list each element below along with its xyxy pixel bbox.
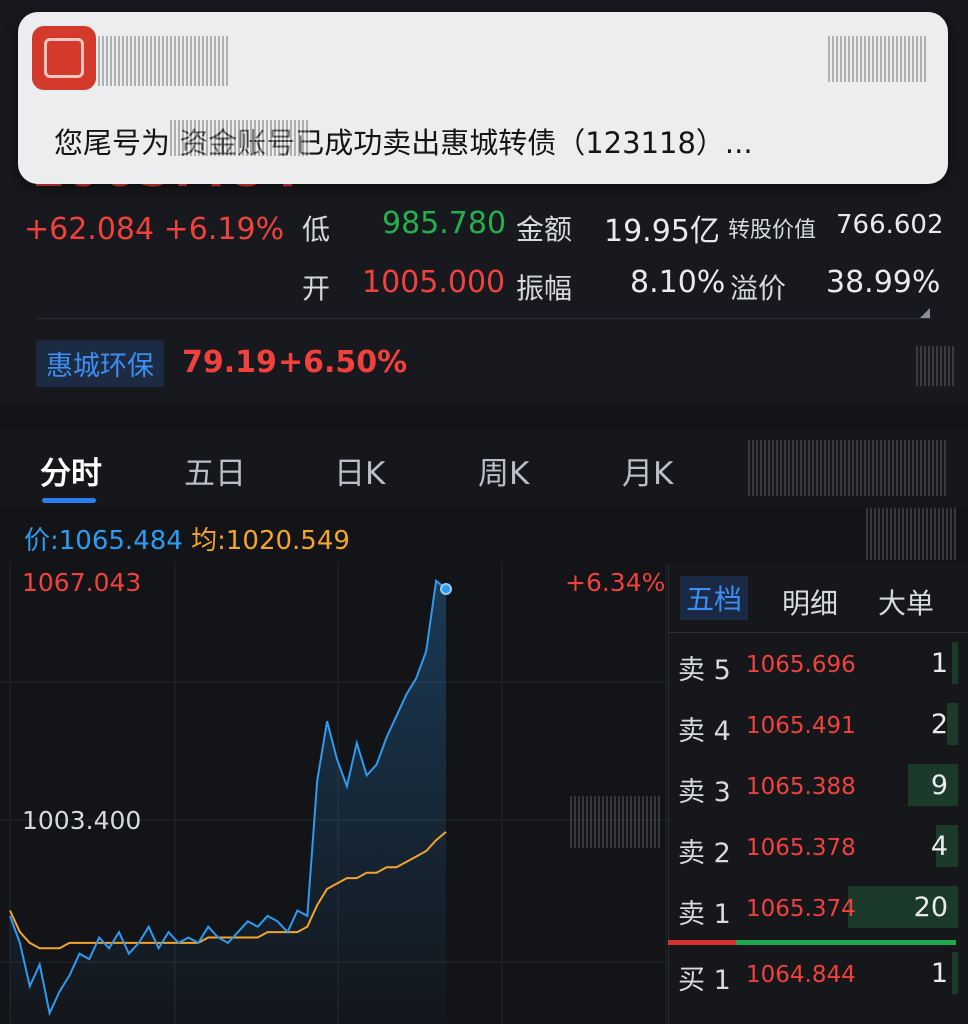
premium-label: 溢价 <box>730 272 787 305</box>
order-book-level-label: 买 1 <box>678 965 731 996</box>
tab-details[interactable]: 明细 <box>782 582 838 622</box>
order-book-level-label: 卖 4 <box>678 716 731 747</box>
divider <box>36 318 932 319</box>
tab-five-day[interactable]: 五日 <box>184 448 246 493</box>
underlying-stock-name[interactable]: 惠城环保 <box>36 340 164 387</box>
price-change: +62.084 +6.19% <box>24 212 284 247</box>
intraday-chart[interactable] <box>0 562 668 1024</box>
amplitude-label: 振幅 <box>516 272 573 305</box>
order-book-price: 1065.491 <box>746 713 856 739</box>
order-book-volume: 20 <box>913 892 948 923</box>
watermark-pattern <box>748 440 948 496</box>
watermark-pattern <box>570 796 662 848</box>
tab-large-orders[interactable]: 大单 <box>878 582 934 622</box>
amount-value: 19.95亿 <box>604 214 720 249</box>
volume-bar <box>952 952 958 994</box>
app-logo-icon <box>32 26 96 90</box>
redacted-time <box>828 36 928 82</box>
conversion-value-label: 转股价值 <box>728 218 817 243</box>
order-book-level-label: 卖 5 <box>678 655 731 686</box>
tab-five-levels[interactable]: 五档 <box>680 576 749 620</box>
notification-message: 您尾号为 资金账号已成功卖出惠城转债（123118）... <box>54 126 753 160</box>
conversion-value: 766.602 <box>836 210 944 240</box>
avg-value: 1020.549 <box>225 526 350 556</box>
watermark-pattern <box>916 346 956 386</box>
order-book-volume: 9 <box>930 770 948 801</box>
notification-banner[interactable]: 您尾号为 资金账号已成功卖出惠城转债（123118）... <box>18 12 948 184</box>
tab-daily-k[interactable]: 日K <box>334 448 385 493</box>
order-book-price: 1064.844 <box>746 962 856 988</box>
order-book-price: 1065.374 <box>746 896 856 922</box>
amount-label: 金额 <box>516 213 573 246</box>
volume-bar <box>952 642 958 684</box>
redacted-title <box>98 36 228 86</box>
order-book-price: 1065.378 <box>746 835 856 861</box>
order-book-level-label: 卖 2 <box>678 838 731 869</box>
watermark-pattern <box>866 508 958 560</box>
change-amount: +62.084 <box>24 212 155 247</box>
open-label: 开 <box>302 272 331 305</box>
active-tab-indicator <box>42 498 96 503</box>
chart-pct-label: +6.34% <box>565 568 666 597</box>
chart-price-readout: 价:1065.484 均:1020.549 <box>24 520 350 557</box>
underlying-stock-change: +6.50% <box>278 345 408 380</box>
amplitude-value: 8.10% <box>630 265 726 300</box>
redacted-account <box>170 120 310 156</box>
premium-value: 38.99% <box>826 265 941 300</box>
expand-corner-icon[interactable] <box>920 308 930 318</box>
tab-weekly-k[interactable]: 周K <box>478 448 529 493</box>
tab-monthly-k[interactable]: 月K <box>622 448 673 493</box>
last-price-dot <box>440 583 452 596</box>
spread-bar-green <box>736 940 956 945</box>
avg-label: 均: <box>191 526 226 556</box>
underlying-stock-price: 79.19 <box>182 345 277 380</box>
open-value: 1005.000 <box>362 265 506 300</box>
chart-high-label: 1067.043 <box>22 568 142 597</box>
tab-intraday[interactable]: 分时 <box>40 448 102 493</box>
chart-base-label: 1003.400 <box>22 806 142 835</box>
divider <box>668 632 968 633</box>
volume-bar <box>947 703 958 745</box>
change-percent: +6.19% <box>163 212 285 247</box>
price-area <box>10 580 446 1024</box>
order-book-volume: 2 <box>930 709 948 740</box>
price-label: 价: <box>24 526 59 556</box>
spread-bar-red <box>668 940 736 945</box>
logo-frame <box>44 38 84 78</box>
price-value: 1065.484 <box>58 526 183 556</box>
order-book-volume: 1 <box>930 648 948 679</box>
low-label: 低 <box>302 213 331 246</box>
low-value: 985.780 <box>382 206 507 241</box>
order-book-level-label: 卖 3 <box>678 777 731 808</box>
order-book-price: 1065.388 <box>746 774 856 800</box>
order-book-level-label: 卖 1 <box>678 899 731 930</box>
order-book-price: 1065.696 <box>746 652 856 678</box>
order-book-volume: 1 <box>930 958 948 989</box>
order-book-volume: 4 <box>930 831 948 862</box>
